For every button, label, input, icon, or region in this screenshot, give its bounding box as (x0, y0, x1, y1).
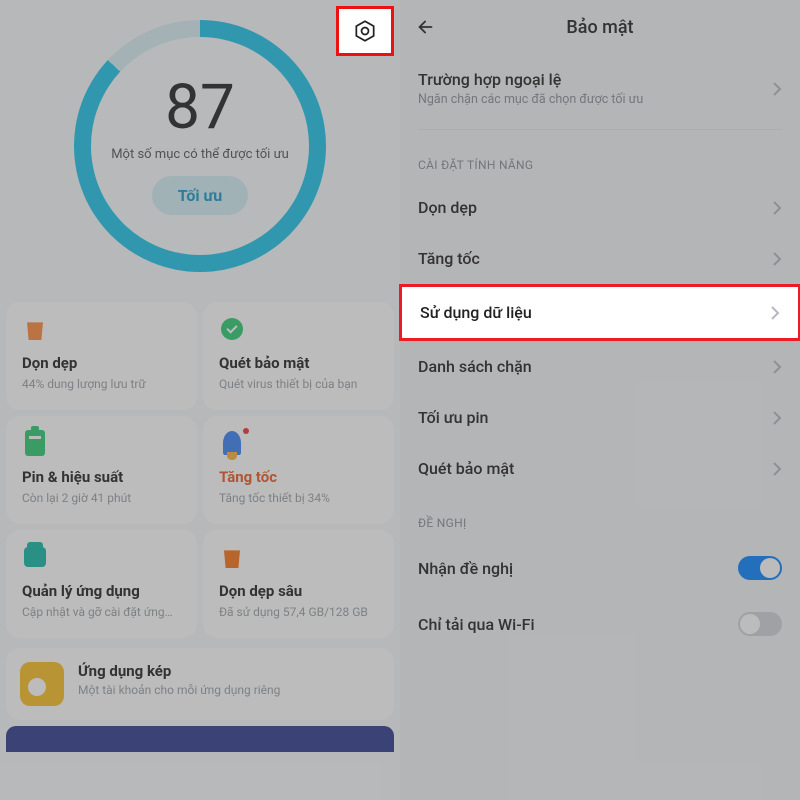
tile-title: Quản lý ứng dụng (22, 582, 181, 600)
score-ring: 87 Một số mục có thể được tối ưu Tối ưu (74, 20, 326, 272)
score-value: 87 (165, 77, 235, 139)
chevron-right-icon (772, 410, 782, 426)
security-settings-panel: Bảo mật Trường hợp ngoại lệ Ngăn chặn cá… (400, 0, 800, 800)
apps-icon (24, 547, 46, 567)
tile-sub: Tăng tốc thiết bị 34% (219, 490, 378, 506)
row-label: Dọn dẹp (418, 198, 772, 217)
notification-dot-icon (243, 428, 249, 434)
toggle-wifi-only[interactable] (738, 612, 782, 636)
row-security-scan[interactable]: Quét bảo mật (400, 443, 800, 494)
chevron-right-icon (772, 461, 782, 477)
row-label: Sử dụng dữ liệu (420, 303, 770, 322)
chevron-right-icon (772, 200, 782, 216)
settings-button[interactable] (336, 6, 394, 56)
chevron-right-icon (772, 81, 782, 97)
row-label: Tăng tốc (418, 249, 772, 268)
chevron-right-icon (772, 251, 782, 267)
row-wifi-only[interactable]: Chỉ tải qua Wi-Fi (400, 596, 800, 652)
chevron-right-icon (772, 359, 782, 375)
tile-title: Tăng tốc (219, 468, 378, 486)
banner-sub: Một tài khoản cho mỗi ứng dụng riêng (78, 683, 280, 697)
row-exceptions[interactable]: Trường hợp ngoại lệ Ngăn chặn các mục đã… (400, 54, 800, 123)
tile-cleanup[interactable]: Dọn dẹp 44% dung lượng lưu trữ (6, 302, 197, 410)
tile-title: Quét bảo mật (219, 354, 378, 372)
score-subtitle: Một số mục có thể được tối ưu (111, 147, 289, 162)
row-label: Nhận đề nghị (418, 559, 738, 578)
row-boost[interactable]: Tăng tốc (400, 233, 800, 284)
row-title: Trường hợp ngoại lệ (418, 70, 772, 89)
row-blocklist[interactable]: Danh sách chặn (400, 341, 800, 392)
section-header-suggest: ĐỀ NGHỊ (400, 494, 800, 540)
dual-apps-banner[interactable]: Ứng dụng kép Một tài khoản cho mỗi ứng d… (6, 648, 394, 720)
tile-title: Dọn dẹp sâu (219, 582, 378, 600)
toggle-receive-suggestions[interactable] (738, 556, 782, 580)
tile-boost[interactable]: Tăng tốc Tăng tốc thiết bị 34% (203, 416, 394, 524)
tile-title: Pin & hiệu suất (22, 468, 181, 486)
rocket-icon (223, 431, 241, 455)
security-dashboard: 87 Một số mục có thể được tối ưu Tối ưu … (0, 0, 400, 800)
row-label: Tối ưu pin (418, 408, 772, 427)
optimize-button[interactable]: Tối ưu (152, 176, 248, 215)
row-sub: Ngăn chặn các mục đã chọn được tối ưu (418, 92, 772, 107)
trash-icon (25, 318, 45, 340)
tile-sub: Cập nhật và gỡ cài đặt ứng… (22, 604, 181, 620)
page-title: Bảo mật (412, 17, 788, 38)
row-receive-suggestions[interactable]: Nhận đề nghị (400, 540, 800, 596)
row-data-usage[interactable]: Sử dụng dữ liệu (399, 284, 800, 341)
gear-hex-icon (352, 18, 378, 44)
row-battery-opt[interactable]: Tối ưu pin (400, 392, 800, 443)
banner-title: Ứng dụng kép (78, 662, 280, 680)
tile-sub: Đã sử dụng 57,4 GB/128 GB (219, 604, 378, 620)
dual-apps-icon (20, 662, 64, 706)
chevron-right-icon (770, 305, 780, 321)
promo-strip (6, 726, 394, 752)
tile-manage-apps[interactable]: Quản lý ứng dụng Cập nhật và gỡ cài đặt … (6, 530, 197, 638)
tile-sub: 44% dung lượng lưu trữ (22, 376, 181, 392)
tile-sub: Quét virus thiết bị của bạn (219, 376, 378, 392)
row-label: Quét bảo mật (418, 459, 772, 478)
row-cleanup[interactable]: Dọn dẹp (400, 182, 800, 233)
tile-title: Dọn dẹp (22, 354, 181, 372)
deep-clean-icon (222, 546, 242, 568)
divider (418, 129, 782, 130)
battery-icon (25, 430, 45, 456)
row-label: Chỉ tải qua Wi-Fi (418, 615, 738, 634)
row-label: Danh sách chặn (418, 357, 772, 376)
tile-security-scan[interactable]: Quét bảo mật Quét virus thiết bị của bạn (203, 302, 394, 410)
tile-sub: Còn lại 2 giờ 41 phút (22, 490, 181, 506)
tile-battery[interactable]: Pin & hiệu suất Còn lại 2 giờ 41 phút (6, 416, 197, 524)
shield-check-icon (221, 318, 243, 340)
tile-deep-clean[interactable]: Dọn dẹp sâu Đã sử dụng 57,4 GB/128 GB (203, 530, 394, 638)
section-header-features: CÀI ĐẶT TÍNH NĂNG (400, 136, 800, 182)
